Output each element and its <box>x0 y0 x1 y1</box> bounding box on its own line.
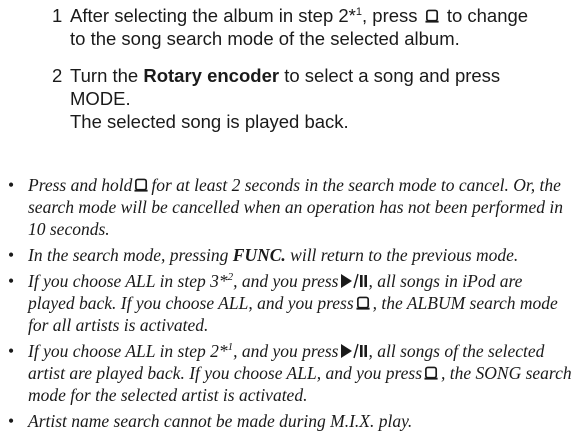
step-2: 2 Turn the Rotary encoder to select a so… <box>52 64 572 133</box>
step-text-part: to select a song and press <box>284 65 501 86</box>
note-text-part: Artist name search cannot be made during… <box>28 411 413 431</box>
notes-list: Press and holdfor at least 2 seconds in … <box>6 174 572 436</box>
step-number: 2 <box>52 65 63 86</box>
step-text-part: MODE. <box>70 88 131 109</box>
note-item: In the search mode, pressing FUNC. will … <box>6 244 572 266</box>
play-pause-icon <box>341 273 368 289</box>
list-search-icon <box>424 366 438 380</box>
note-item: If you choose ALL in step 2*1, and you p… <box>6 340 572 406</box>
note-text-part: will return to the previous mode. <box>290 245 519 265</box>
step-text-part: to the song search mode of the selected … <box>70 28 460 49</box>
step-1: 1 After selecting the album in step 2*1,… <box>52 4 572 50</box>
note-text-part: , and you press <box>233 341 339 361</box>
step-text-part: Turn the <box>70 65 139 86</box>
play-pause-icon <box>341 343 368 359</box>
note-item: If you choose ALL in step 3*2, and you p… <box>6 270 572 336</box>
function-key-label: FUNC. <box>232 245 286 265</box>
note-item: Artist name search cannot be made during… <box>6 410 572 432</box>
procedure-steps: 1 After selecting the album in step 2*1,… <box>52 4 572 147</box>
control-name: Rotary encoder <box>143 65 280 86</box>
step-text-part: After selecting the album in step 2* <box>70 5 356 26</box>
step-text: After selecting the album in step 2*1, p… <box>70 4 572 50</box>
list-search-icon <box>425 9 439 23</box>
note-text-part: In the search mode, pressing <box>28 245 229 265</box>
step-text: Turn the Rotary encoder to select a song… <box>70 64 572 133</box>
note-text-part: Press and hold <box>28 175 133 195</box>
list-search-icon <box>134 178 148 192</box>
note-text-part: If you choose ALL in step 2* <box>28 341 228 361</box>
step-text-part: , press <box>362 5 418 26</box>
note-text-part: , and you press <box>233 271 339 291</box>
note-text-part: If you choose ALL in step 3* <box>28 271 228 291</box>
step-text-part: to change <box>446 5 529 26</box>
step-result: The selected song is played back. <box>70 111 349 132</box>
list-search-icon <box>356 296 370 310</box>
note-item: Press and holdfor at least 2 seconds in … <box>6 174 572 240</box>
step-number: 1 <box>52 5 63 26</box>
